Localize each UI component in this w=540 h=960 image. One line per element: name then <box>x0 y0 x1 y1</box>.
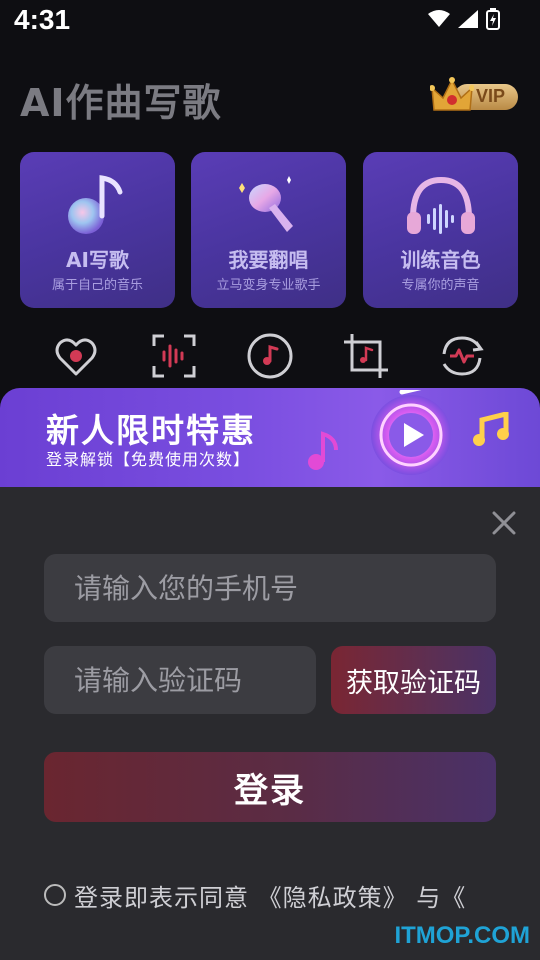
card-subtitle: 专属你的声音 <box>401 278 480 293</box>
audio-refresh-icon[interactable] <box>438 332 486 380</box>
card-cover-song[interactable]: 我要翻唱 立马变身专业歌手 <box>191 152 346 308</box>
verification-code-input[interactable] <box>44 646 316 714</box>
card-title: 训练音色 <box>400 248 481 272</box>
voice-scan-icon[interactable] <box>150 332 198 380</box>
music-note-icon <box>67 175 122 234</box>
status-icons <box>428 8 500 30</box>
status-bar: 4:31 <box>0 0 540 44</box>
close-icon[interactable] <box>490 509 518 537</box>
login-button[interactable]: 登录 <box>44 752 496 822</box>
tool-row <box>52 332 492 380</box>
vip-label: VIP <box>476 86 506 106</box>
agreement-radio[interactable] <box>44 884 66 906</box>
microphone-icon <box>238 176 293 232</box>
crown-icon <box>430 77 474 111</box>
promo-banner[interactable]: 新人限时特惠 登录解锁【免费使用次数】 <box>0 388 540 488</box>
battery-icon <box>486 8 500 30</box>
card-ai-write-song[interactable]: AI写歌 属于自己的音乐 <box>20 152 175 308</box>
heart-icon[interactable] <box>52 332 100 380</box>
music-note-decoration-icon <box>308 431 338 470</box>
signal-icon <box>458 10 478 28</box>
double-note-icon <box>473 412 509 446</box>
phone-input[interactable] <box>44 554 496 622</box>
crop-music-icon[interactable] <box>342 332 390 380</box>
card-subtitle: 立马变身专业歌手 <box>216 278 321 293</box>
vip-button[interactable]: VIP <box>430 76 520 116</box>
watermark: ITMOP.COM <box>394 922 530 949</box>
feature-cards: AI写歌 属于自己的音乐 我要翻唱 立马变身专业歌手 训练音色 专属你的声音 <box>20 152 520 308</box>
status-time: 4:31 <box>14 4 71 35</box>
get-code-button[interactable]: 获取验证码 <box>331 646 496 714</box>
card-subtitle: 属于自己的音乐 <box>51 278 143 293</box>
card-train-voice[interactable]: 训练音色 专属你的声音 <box>363 152 518 308</box>
promo-subtitle: 登录解锁【免费使用次数】 <box>46 450 251 469</box>
agreement-text[interactable]: 登录即表示同意 《隐私政策》 与《 <box>74 878 466 913</box>
card-title: AI写歌 <box>66 248 129 272</box>
headphones-icon <box>406 176 475 234</box>
app-title: AI作曲写歌 <box>20 81 222 125</box>
agreement-row: 登录即表示同意 《隐私政策》 与《 <box>44 878 466 913</box>
login-sheet: 获取验证码 登录 登录即表示同意 《隐私政策》 与《 <box>0 487 540 960</box>
promo-title: 新人限时特惠 <box>46 411 256 450</box>
wifi-icon <box>428 10 450 27</box>
play-disc-icon <box>371 390 451 475</box>
music-disc-icon[interactable] <box>246 332 294 380</box>
card-title: 我要翻唱 <box>228 248 309 272</box>
